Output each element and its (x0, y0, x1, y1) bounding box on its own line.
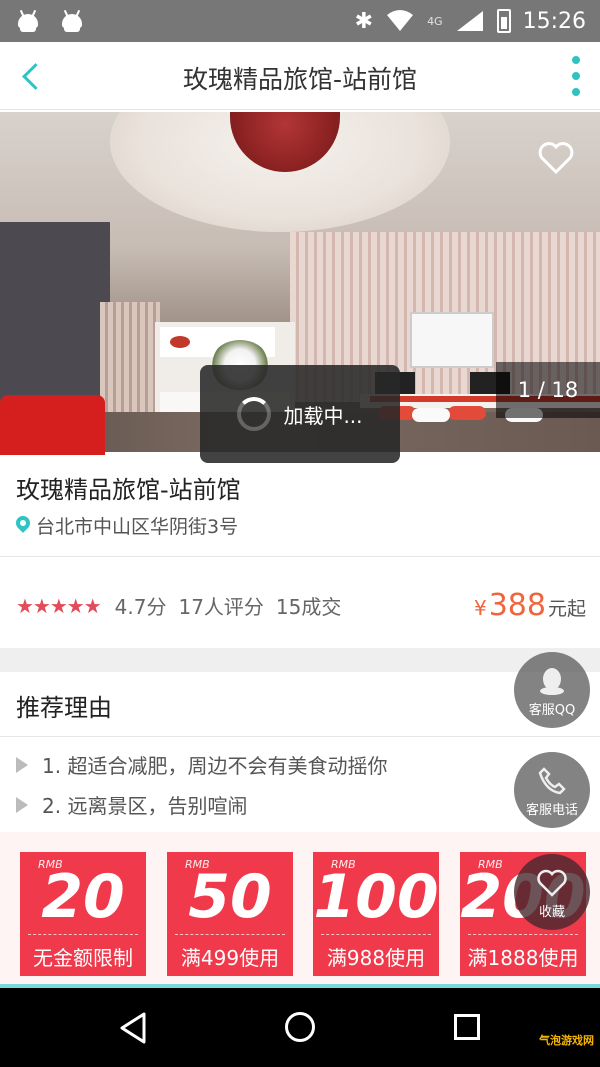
deal-count: 15成交 (275, 595, 342, 619)
heart-icon (537, 869, 567, 897)
qq-label: 客服QQ (528, 703, 576, 718)
phone-icon (538, 767, 566, 795)
hotel-address: 台北市中山区华阴街3号 (36, 516, 239, 538)
coupon-condition: 满1888使用 (467, 946, 579, 970)
watermark: 气泡游戏网 (539, 1034, 594, 1047)
recommend-text: 2. 远离景区，告别喧闹 (42, 794, 248, 818)
coupon-amount: 100 (313, 862, 439, 932)
heart-icon[interactable] (536, 138, 576, 178)
battery-icon (496, 9, 511, 33)
price-currency: ¥ (473, 596, 487, 620)
triangle-icon (16, 796, 28, 813)
android-notification-icon (14, 9, 42, 32)
nav-back-icon[interactable] (116, 1010, 152, 1046)
network-type: 4G (427, 14, 443, 28)
section-gap (0, 648, 600, 672)
bluetooth-icon: ✱ (354, 8, 374, 34)
coupon-condition: 满499使用 (180, 946, 280, 970)
nav-home-icon[interactable] (285, 1012, 315, 1042)
page-title: 玫瑰精品旅馆-站前馆 (182, 65, 418, 94)
hotel-name: 玫瑰精品旅馆-站前馆 (16, 476, 241, 504)
star-rating: ★★★★★ (16, 593, 102, 618)
clock: 15:26 (522, 8, 586, 34)
status-bar: ✱ 4G 15:26 (0, 0, 600, 42)
favorite-label: 收藏 (538, 905, 565, 920)
coupon-amount: 20 (41, 862, 125, 932)
recommend-item: 2. 远离景区，告别喧闹 (16, 790, 247, 819)
more-menu-icon[interactable] (566, 56, 586, 96)
divider (0, 736, 600, 737)
coupon-condition: 无金额限制 (33, 946, 133, 970)
spinner-icon (237, 397, 272, 431)
phone-label: 客服电话 (525, 803, 578, 818)
recommend-text: 1. 超适合减肥，周边不会有美食动摇你 (42, 754, 388, 778)
location-pin-icon (16, 516, 30, 536)
wifi-icon (387, 10, 414, 31)
photo-counter: 1 / 18 (496, 362, 600, 418)
coupon-card[interactable]: RMB 100 满988使用 (313, 852, 439, 976)
recommend-title: 推荐理由 (16, 694, 112, 722)
android-notification-icon (58, 9, 86, 32)
coupon-card[interactable]: RMB 20 无金额限制 (20, 852, 146, 976)
loading-toast: 加载中... (200, 365, 400, 463)
price-suffix: 元起 (547, 598, 586, 620)
signal-icon (456, 11, 483, 31)
rating-row[interactable]: ★★★★★ 4.7分 17人评分 15成交 ¥ 388 元起 (16, 588, 586, 623)
price-value: 388 (488, 588, 546, 623)
address-row[interactable]: 台北市中山区华阴街3号 (16, 512, 238, 539)
title-bar: 玫瑰精品旅馆-站前馆 (0, 42, 600, 110)
coupon-amount: 50 (188, 862, 272, 932)
qq-penguin-icon (540, 668, 564, 695)
triangle-icon (16, 756, 28, 773)
coupon-condition: 满988使用 (326, 946, 426, 970)
photo-detail (0, 395, 105, 455)
divider (0, 556, 600, 557)
favorite-button[interactable]: 收藏 (514, 854, 590, 930)
customer-service-phone-button[interactable]: 客服电话 (514, 752, 590, 828)
system-nav-bar: 气泡游戏网 (0, 988, 600, 1067)
coupon-card[interactable]: RMB 50 满499使用 (167, 852, 293, 976)
nav-recents-icon[interactable] (454, 1014, 480, 1040)
rating-score: 4.7分 (114, 595, 167, 619)
recommend-item: 1. 超适合减肥，周边不会有美食动摇你 (16, 750, 387, 779)
loading-text: 加载中... (283, 403, 363, 428)
customer-service-qq-button[interactable]: 客服QQ (514, 652, 590, 728)
price: ¥ 388 元起 (474, 588, 586, 623)
review-count: 17人评分 (178, 595, 264, 619)
